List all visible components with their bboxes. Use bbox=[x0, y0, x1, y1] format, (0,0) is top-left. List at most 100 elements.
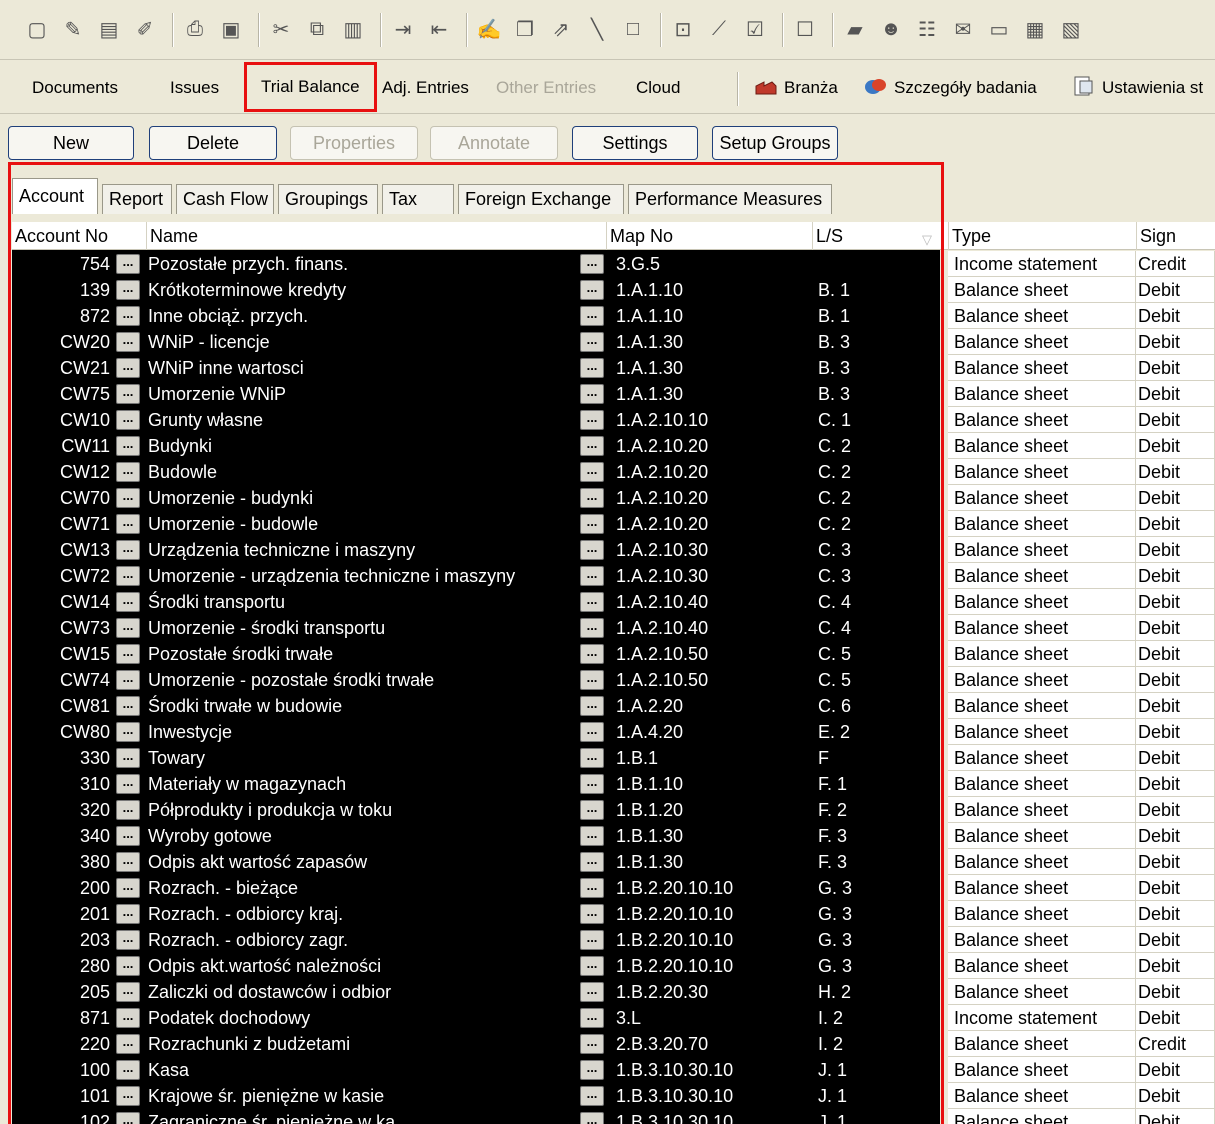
col-ls[interactable]: L/S ▽ bbox=[812, 222, 940, 250]
map-ellipsis-button[interactable]: ... bbox=[580, 514, 604, 534]
table-row[interactable]: 205... Zaliczki od dostawców i odbior... 1… bbox=[12, 979, 1215, 1005]
account-ellipsis-button[interactable]: ... bbox=[116, 722, 140, 742]
settings-button[interactable]: Settings bbox=[572, 126, 698, 160]
account-ellipsis-button[interactable]: ... bbox=[116, 800, 140, 820]
col-sign[interactable]: Sign bbox=[1136, 222, 1215, 250]
nav-szczegoly-badania[interactable]: Szczegóły badania bbox=[864, 62, 1037, 114]
table-row[interactable]: 871... Podatek dochodowy... 3.L I. 2 Income … bbox=[12, 1005, 1215, 1031]
setup-groups-button[interactable]: Setup Groups bbox=[712, 126, 838, 160]
table-row[interactable]: CW71... Umorzenie - budowle... 1.A.2.10.20… bbox=[12, 511, 1215, 537]
nav-documents[interactable]: Documents bbox=[32, 62, 118, 114]
account-ellipsis-button[interactable]: ... bbox=[116, 618, 140, 638]
map-ellipsis-button[interactable]: ... bbox=[580, 540, 604, 560]
map-ellipsis-button[interactable]: ... bbox=[580, 956, 604, 976]
map-ellipsis-button[interactable]: ... bbox=[580, 748, 604, 768]
account-ellipsis-button[interactable]: ... bbox=[116, 1008, 140, 1028]
table-row[interactable]: 201... Rozrach. - odbiorcy kraj.... 1.B.2.… bbox=[12, 901, 1215, 927]
checklist-icon[interactable]: ☑ bbox=[740, 15, 770, 45]
map-ellipsis-button[interactable]: ... bbox=[580, 1112, 604, 1124]
map-ellipsis-button[interactable]: ... bbox=[580, 696, 604, 716]
map-ellipsis-button[interactable]: ... bbox=[580, 878, 604, 898]
nav-trial-balance[interactable]: Trial Balance bbox=[244, 62, 377, 112]
account-ellipsis-button[interactable]: ... bbox=[116, 514, 140, 534]
nav-adj-entries[interactable]: Adj. Entries bbox=[382, 62, 469, 114]
map-ellipsis-button[interactable]: ... bbox=[580, 800, 604, 820]
account-ellipsis-button[interactable]: ... bbox=[116, 852, 140, 872]
account-ellipsis-button[interactable]: ... bbox=[116, 592, 140, 612]
reference-icon[interactable]: ☷ bbox=[912, 15, 942, 45]
account-ellipsis-button[interactable]: ... bbox=[116, 982, 140, 1002]
table-row[interactable]: CW12... Budowle... 1.A.2.10.20 C. 2 Balance … bbox=[12, 459, 1215, 485]
table-row[interactable]: CW13... Urządzenia techniczne i maszyny..… bbox=[12, 537, 1215, 563]
table-row[interactable]: 380... Odpis akt wartość zapasów... 1.B.1.… bbox=[12, 849, 1215, 875]
map-ellipsis-button[interactable]: ... bbox=[580, 358, 604, 378]
nav-ustawienia[interactable]: Ustawienia st bbox=[1072, 62, 1203, 114]
account-ellipsis-button[interactable]: ... bbox=[116, 670, 140, 690]
map-ellipsis-button[interactable]: ... bbox=[580, 306, 604, 326]
print-preview-icon[interactable]: ▣ bbox=[216, 15, 246, 45]
map-ellipsis-button[interactable]: ... bbox=[580, 488, 604, 508]
tab-report[interactable]: Report bbox=[102, 184, 172, 214]
map-ellipsis-button[interactable]: ... bbox=[580, 1060, 604, 1080]
table-row[interactable]: 100... Kasa... 1.B.3.10.30.10 J. 1 Balance s… bbox=[12, 1057, 1215, 1083]
new-doc-icon[interactable]: ▢ bbox=[22, 15, 52, 45]
account-ellipsis-button[interactable]: ... bbox=[116, 1060, 140, 1080]
copy-icon[interactable]: ⧉ bbox=[302, 15, 332, 45]
map-ellipsis-button[interactable]: ... bbox=[580, 644, 604, 664]
notes-icon[interactable]: ✉ bbox=[948, 15, 978, 45]
map-ellipsis-button[interactable]: ... bbox=[580, 982, 604, 1002]
tab-foreign-exchange[interactable]: Foreign Exchange bbox=[458, 184, 624, 214]
account-ellipsis-button[interactable]: ... bbox=[116, 696, 140, 716]
account-ellipsis-button[interactable]: ... bbox=[116, 332, 140, 352]
cut-icon[interactable]: ✂ bbox=[266, 15, 296, 45]
map-ellipsis-button[interactable]: ... bbox=[580, 254, 604, 274]
account-ellipsis-button[interactable]: ... bbox=[116, 306, 140, 326]
table-row[interactable]: 872... Inne obciąż. przych.... 1.A.1.10 B. … bbox=[12, 303, 1215, 329]
table-row[interactable]: 754... Pozostałe przych. finans.... 3.G.5 I… bbox=[12, 251, 1215, 277]
print-icon[interactable]: ⎙ bbox=[180, 15, 210, 45]
account-ellipsis-button[interactable]: ... bbox=[116, 1034, 140, 1054]
box-icon[interactable]: □ bbox=[618, 15, 648, 45]
map-ellipsis-button[interactable]: ... bbox=[580, 930, 604, 950]
tab-groupings[interactable]: Groupings bbox=[278, 184, 378, 214]
check-icon[interactable]: ☐ bbox=[790, 15, 820, 45]
account-ellipsis-button[interactable]: ... bbox=[116, 644, 140, 664]
tab-cash-flow[interactable]: Cash Flow bbox=[176, 184, 274, 214]
map-ellipsis-button[interactable]: ... bbox=[580, 410, 604, 430]
table-row[interactable]: 280... Odpis akt.wartość należności... 1.B… bbox=[12, 953, 1215, 979]
table-row[interactable]: 310... Materiały w magazynach... 1.B.1.10 F… bbox=[12, 771, 1215, 797]
account-ellipsis-button[interactable]: ... bbox=[116, 566, 140, 586]
map-ellipsis-button[interactable]: ... bbox=[580, 1034, 604, 1054]
zoom-icon[interactable]: ⊡ bbox=[668, 15, 698, 45]
line-icon[interactable]: ╲ bbox=[582, 15, 612, 45]
open-folder-icon[interactable]: ✎ bbox=[58, 15, 88, 45]
map-ellipsis-button[interactable]: ... bbox=[580, 774, 604, 794]
account-ellipsis-button[interactable]: ... bbox=[116, 1112, 140, 1124]
table-row[interactable]: 102... Zagraniczne śr. pieniężne w ka... 1… bbox=[12, 1109, 1215, 1124]
account-ellipsis-button[interactable]: ... bbox=[116, 878, 140, 898]
grid-icon[interactable]: ▧ bbox=[1056, 15, 1086, 45]
table-row[interactable]: CW15... Pozostałe środki trwałe... 1.A.2.1… bbox=[12, 641, 1215, 667]
map-ellipsis-button[interactable]: ... bbox=[580, 384, 604, 404]
table-row[interactable]: 330... Towary... 1.B.1 F Balance sheet Debit bbox=[12, 745, 1215, 771]
tab-account[interactable]: Account bbox=[12, 178, 98, 214]
table-row[interactable]: CW72... Umorzenie - urządzenia techniczne… bbox=[12, 563, 1215, 589]
note-icon[interactable]: ✍ bbox=[474, 15, 504, 45]
map-ellipsis-button[interactable]: ... bbox=[580, 1086, 604, 1106]
table-row[interactable]: CW75... Umorzenie WNiP... 1.A.1.30 B. 3 Bala… bbox=[12, 381, 1215, 407]
account-ellipsis-button[interactable]: ... bbox=[116, 904, 140, 924]
table-row[interactable]: CW70... Umorzenie - budynki... 1.A.2.10.20… bbox=[12, 485, 1215, 511]
delete-button[interactable]: Delete bbox=[149, 126, 277, 160]
account-ellipsis-button[interactable]: ... bbox=[116, 254, 140, 274]
table-row[interactable]: CW14... Środki transportu... 1.A.2.10.40 C.… bbox=[12, 589, 1215, 615]
window-icon[interactable]: ❐ bbox=[510, 15, 540, 45]
account-ellipsis-button[interactable]: ... bbox=[116, 384, 140, 404]
map-ellipsis-button[interactable]: ... bbox=[580, 436, 604, 456]
table-row[interactable]: CW21... WNiP inne wartosci... 1.A.1.30 B. 3… bbox=[12, 355, 1215, 381]
tab-performance-measures[interactable]: Performance Measures bbox=[628, 184, 832, 214]
table-row[interactable]: 220... Rozrachunki z budżetami... 2.B.3.20… bbox=[12, 1031, 1215, 1057]
table-row[interactable]: CW10... Grunty własne... 1.A.2.10.10 C. 1 Ba… bbox=[12, 407, 1215, 433]
account-ellipsis-button[interactable]: ... bbox=[116, 748, 140, 768]
edit-icon[interactable]: ✐ bbox=[130, 15, 160, 45]
paste-icon[interactable]: ▥ bbox=[338, 15, 368, 45]
